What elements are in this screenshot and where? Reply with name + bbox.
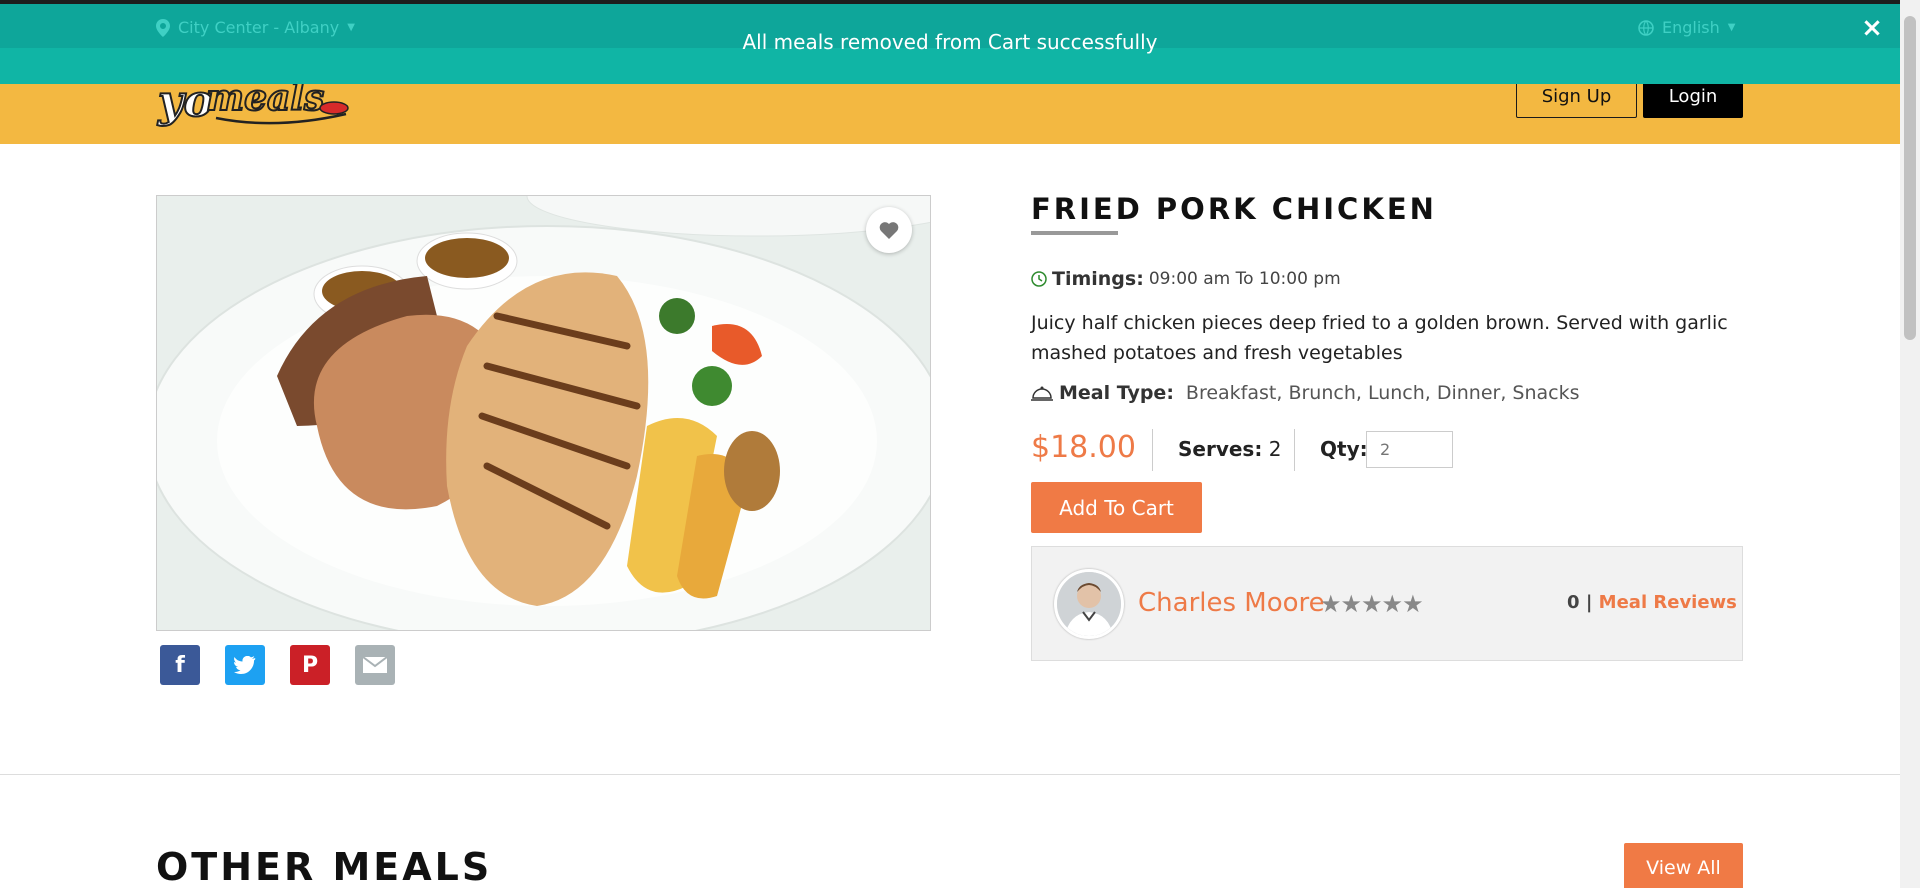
- timings-label: Timings:: [1052, 268, 1144, 290]
- close-icon[interactable]: ×: [1860, 15, 1884, 41]
- meal-reviews: 0 | Meal Reviews: [1567, 592, 1737, 613]
- favorite-button[interactable]: [866, 207, 912, 253]
- facebook-share-button[interactable]: f: [160, 645, 200, 685]
- facebook-icon: f: [175, 652, 185, 678]
- divider: [1152, 429, 1153, 471]
- review-count: 0: [1567, 592, 1580, 613]
- cloche-icon: [1031, 386, 1053, 401]
- email-share-button[interactable]: [355, 645, 395, 685]
- add-to-cart-button[interactable]: Add To Cart: [1031, 482, 1202, 533]
- clock-icon: [1031, 271, 1047, 287]
- serves: Serves: 2: [1178, 437, 1281, 461]
- mail-icon: [362, 656, 388, 673]
- qty-label: Qty:: [1320, 437, 1368, 461]
- qty-input[interactable]: [1366, 431, 1453, 468]
- title-underline: [1031, 231, 1118, 235]
- nav-recipies[interactable]: Recipies: [1024, 167, 1107, 191]
- meal-price: $18.00: [1031, 430, 1136, 465]
- serves-value: 2: [1268, 437, 1282, 461]
- other-meals-title: OTHER MEALS: [156, 845, 493, 888]
- rating-stars: ★★★★★: [1320, 590, 1424, 618]
- scrollbar-thumb[interactable]: [1904, 16, 1916, 340]
- view-all-button[interactable]: View All: [1624, 843, 1743, 888]
- nav-blogs[interactable]: Blogs: [1298, 167, 1353, 191]
- meal-description: Juicy half chicken pieces deep fried to …: [1031, 312, 1728, 364]
- meal-title: FRIED PORK CHICKEN: [1031, 192, 1437, 226]
- divider: [1294, 429, 1295, 471]
- toast-message: All meals removed from Cart successfully: [742, 30, 1158, 54]
- twitter-share-button[interactable]: [225, 645, 265, 685]
- meal-timings: Timings: 09:00 am To 10:00 pm: [1031, 268, 1341, 290]
- timings-value: 09:00 am To 10:00 pm: [1148, 269, 1341, 289]
- nav-meals[interactable]: Meals: [914, 167, 972, 191]
- nav-gift-card[interactable]: Gift card: [1404, 167, 1490, 191]
- pinterest-icon: P: [301, 652, 319, 678]
- serves-label: Serves:: [1178, 437, 1263, 461]
- avatar[interactable]: [1054, 569, 1124, 639]
- section-divider: [0, 774, 1900, 775]
- heart-icon: [879, 222, 899, 239]
- meal-type-label: Meal Type:: [1059, 382, 1174, 404]
- meal-type: Meal Type: Breakfast, Brunch, Lunch, Din…: [1031, 382, 1580, 404]
- meal-type-value: Breakfast, Brunch, Lunch, Dinner, Snacks: [1185, 382, 1580, 404]
- pinterest-share-button[interactable]: P: [290, 645, 330, 685]
- review-separator: |: [1585, 592, 1593, 613]
- twitter-icon: [234, 656, 256, 674]
- nav-about-us[interactable]: About Us: [1158, 167, 1249, 191]
- meal-reviews-link[interactable]: Meal Reviews: [1599, 592, 1737, 613]
- chef-name-link[interactable]: Charles Moore: [1138, 588, 1325, 618]
- meal-image: [156, 195, 931, 631]
